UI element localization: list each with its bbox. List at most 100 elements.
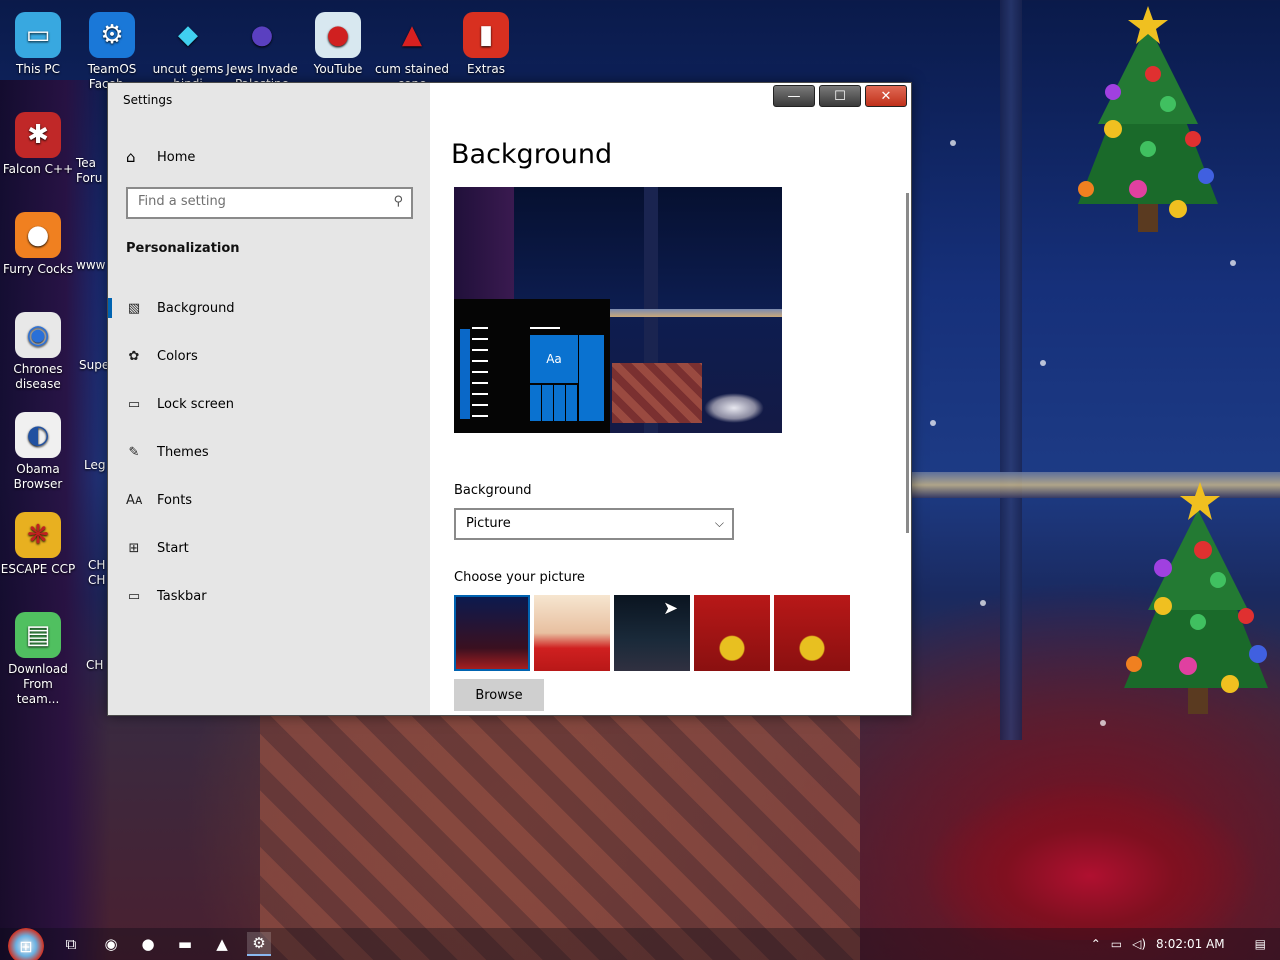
lock-screen-icon: ▭ <box>127 396 141 412</box>
snowflake <box>1100 720 1106 726</box>
settings-window: Settings ⌂ Home Find a setting ⚲ Persona… <box>107 82 912 716</box>
browse-button[interactable]: Browse <box>454 679 544 711</box>
desktop-icon[interactable]: ●Jews Invade Palestine <box>224 4 300 92</box>
font-icon: Aᴀ <box>126 492 143 508</box>
home-icon: ⌂ <box>126 148 136 166</box>
minimize-button[interactable]: — <box>773 85 815 107</box>
volume-icon[interactable]: ◁) <box>1132 937 1146 951</box>
desktop-icon[interactable]: ⚙TeamOS Faceb... <box>74 4 150 92</box>
christmas-tree-gadget[interactable] <box>1058 4 1238 240</box>
scrollbar[interactable] <box>906 193 909 533</box>
snowflake <box>1040 360 1046 366</box>
settings-content: — ☐ ✕ Background Aa Background Picture ⌵… <box>430 83 911 715</box>
dropdown-value: Picture <box>466 516 511 531</box>
desktop-icon-label: Extras <box>467 62 505 76</box>
section-title: Personalization <box>126 241 240 256</box>
search-input[interactable]: Find a setting ⚲ <box>126 187 413 219</box>
clock[interactable]: 8:02:01 AM <box>1156 937 1225 951</box>
settings-icon[interactable]: ⚙ <box>247 932 271 956</box>
diamond-icon: ◆ <box>178 19 198 50</box>
picture-thumbnail[interactable] <box>614 595 690 671</box>
sidebar-item-label: Themes <box>157 444 209 460</box>
search-placeholder: Find a setting <box>138 194 226 209</box>
maximize-icon: ☐ <box>834 88 846 104</box>
wallpaper-window-frame <box>1000 0 1022 740</box>
sidebar-item-label: Start <box>157 540 189 556</box>
desktop-icon-label: Obama Browser <box>13 462 63 491</box>
preview-tile: Aa <box>530 335 578 383</box>
preview-ribbon <box>704 393 764 423</box>
picture-thumbnails <box>454 595 850 671</box>
obama-logo-icon: ◐ <box>15 412 61 458</box>
maximize-button[interactable]: ☐ <box>819 85 861 107</box>
desktop-icon[interactable]: ◆uncut gems hindi <box>150 4 226 92</box>
firefox-icon[interactable]: ● <box>136 932 160 956</box>
sidebar-item-lock-screen[interactable]: ▭ Lock screen <box>108 384 430 424</box>
desktop-icon[interactable]: ● Furry Cocks <box>0 204 76 277</box>
ornament-icon: ● <box>250 19 274 50</box>
wallpaper-gift <box>260 716 860 960</box>
preview-tile-column <box>578 335 604 421</box>
santa-icon: ▲ <box>402 19 422 50</box>
snowflake <box>950 140 956 146</box>
close-button[interactable]: ✕ <box>865 85 907 107</box>
picture-thumbnail[interactable] <box>774 595 850 671</box>
close-icon: ✕ <box>880 88 892 104</box>
page-title: Background <box>451 139 613 170</box>
desktop-icon-label: YouTube <box>313 62 363 76</box>
search-icon: ⚲ <box>393 194 403 209</box>
sidebar-item-taskbar[interactable]: ▭ Taskbar <box>108 576 430 616</box>
preview-small-tiles <box>530 385 578 421</box>
angry-bird-icon: ● <box>315 12 361 58</box>
picture-thumbnail[interactable] <box>694 595 770 671</box>
sidebar-item-fonts[interactable]: Aᴀ Fonts <box>108 480 430 520</box>
preview-start-lines <box>472 327 488 423</box>
desktop-icon-label: Download From team... <box>8 662 68 706</box>
sidebar-item-start[interactable]: ⊞ Start <box>108 528 430 568</box>
start-icon: ⊞ <box>128 540 140 556</box>
desktop-icon-label: Falcon C++ <box>2 162 74 176</box>
desktop-icon[interactable]: ▤ Download From team... <box>0 604 76 707</box>
desktop-icon-label: This PC <box>16 62 60 76</box>
christmas-tree-gadget[interactable] <box>1108 482 1278 718</box>
chrome-icon[interactable]: ◉ <box>99 932 123 956</box>
choose-picture-label: Choose your picture <box>454 570 585 585</box>
desktop-icon[interactable]: ❋ ESCAPE CCP <box>0 504 76 577</box>
desktop-icon[interactable]: ◐ Obama Browser <box>0 404 76 492</box>
desktop-icon[interactable]: ▭ This PC <box>0 4 76 77</box>
preview-gift <box>612 363 702 423</box>
sidebar-item-colors[interactable]: ✿ Colors <box>108 336 430 376</box>
notifications-icon[interactable]: ▤ <box>1255 937 1266 951</box>
nav-home[interactable]: ⌂ Home <box>126 147 195 167</box>
preview-start-list <box>460 329 470 419</box>
desktop-icon[interactable]: ▮ Extras <box>448 4 524 77</box>
file-explorer-icon[interactable]: ▬ <box>173 932 197 956</box>
app-icon[interactable]: ▲ <box>210 932 234 956</box>
wallpaper-ribbon <box>920 780 1260 940</box>
sidebar-item-label: Lock screen <box>157 396 234 412</box>
background-type-dropdown[interactable]: Picture ⌵ <box>454 508 734 540</box>
nav-home-label: Home <box>157 149 196 165</box>
snowflake <box>1230 260 1236 266</box>
brush-icon: ✎ <box>128 444 140 460</box>
task-view-icon[interactable]: ⧉ <box>59 932 83 956</box>
system-tray: ⌃ ▭ ◁) 8:02:01 AM ▤ <box>1091 928 1266 960</box>
gear-icon: ⚙ <box>89 12 135 58</box>
desktop-icon[interactable]: ✱ Falcon C++ <box>0 104 76 177</box>
door-icon: ▮ <box>463 12 509 58</box>
network-icon[interactable]: ▭ <box>1111 937 1122 951</box>
windows-logo-icon: ⊞ <box>19 936 33 956</box>
sidebar-item-themes[interactable]: ✎ Themes <box>108 432 430 472</box>
settings-sidebar: Settings ⌂ Home Find a setting ⚲ Persona… <box>108 83 430 715</box>
desktop-icon-label: ESCAPE CCP <box>0 562 76 576</box>
picture-thumbnail[interactable] <box>534 595 610 671</box>
desktop-icon[interactable]: ◉ Chrones disease <box>0 304 76 392</box>
chevron-up-icon[interactable]: ⌃ <box>1091 937 1101 951</box>
notepad-icon: ▤ <box>15 612 61 658</box>
desktop-icon[interactable]: ● YouTube <box>300 4 376 77</box>
picture-thumbnail[interactable] <box>454 595 530 671</box>
sidebar-item-background[interactable]: ▧ Background <box>108 288 430 328</box>
desktop-icon[interactable]: ▲cum stained cone <box>374 4 450 92</box>
desktop-icon-label: Furry Cocks <box>3 262 73 276</box>
start-button[interactable]: ⊞ <box>8 928 44 960</box>
